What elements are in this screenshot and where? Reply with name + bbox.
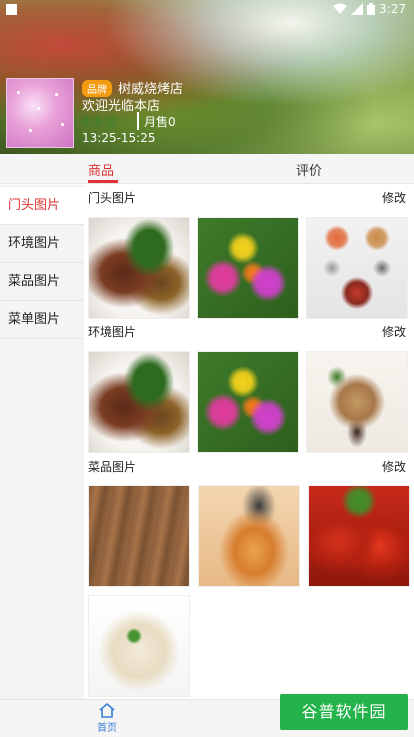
environment-image[interactable] bbox=[306, 351, 408, 453]
business-hours: 13:25-15:25 bbox=[82, 131, 156, 145]
monthly-sales: 月售0 bbox=[144, 115, 176, 129]
section-title: 菜品图片 bbox=[88, 460, 137, 474]
site-watermark: 谷普软件园 bbox=[280, 694, 408, 730]
section-header: 门头图片 修改 bbox=[84, 187, 414, 207]
status-bar: 3:27 bbox=[0, 0, 414, 20]
storefront-image[interactable] bbox=[88, 217, 190, 319]
nav-home[interactable]: 首页 bbox=[92, 702, 122, 734]
nav-home-label: 首页 bbox=[97, 723, 117, 734]
battery-icon bbox=[367, 3, 376, 15]
status-icons: 3:27 bbox=[333, 2, 406, 16]
dish-image[interactable] bbox=[88, 485, 190, 587]
section-title: 环境图片 bbox=[88, 325, 137, 339]
section-header: 菜品图片 修改 bbox=[84, 456, 414, 476]
dish-image[interactable] bbox=[308, 485, 410, 587]
dish-image[interactable] bbox=[88, 595, 190, 697]
store-logo[interactable] bbox=[6, 78, 74, 148]
edit-button[interactable]: 修改 bbox=[382, 189, 406, 206]
status-time: 3:27 bbox=[379, 2, 406, 16]
tab-reviews[interactable]: 评价 bbox=[296, 160, 322, 179]
environment-image[interactable] bbox=[197, 351, 299, 453]
header-divider bbox=[137, 112, 139, 130]
edit-button[interactable]: 修改 bbox=[382, 323, 406, 340]
dish-image[interactable] bbox=[198, 485, 300, 587]
section-header: 环境图片 修改 bbox=[84, 321, 414, 341]
wifi-icon bbox=[333, 3, 348, 14]
notification-icon bbox=[6, 4, 17, 15]
image-gallery: 门头图片 修改 环境图片 修改 菜品图片 修改 bbox=[84, 185, 414, 699]
tab-products[interactable]: 商品 bbox=[88, 160, 114, 179]
edit-button[interactable]: 修改 bbox=[382, 458, 406, 475]
section-title: 门头图片 bbox=[88, 191, 137, 205]
sidebar-item-menu[interactable]: 菜单图片 bbox=[0, 301, 84, 339]
sidebar-item-dishes[interactable]: 菜品图片 bbox=[0, 263, 84, 301]
sidebar-item-environment[interactable]: 环境图片 bbox=[0, 225, 84, 263]
storefront-image[interactable] bbox=[306, 217, 408, 319]
tab-bar: 商品 评价 bbox=[0, 154, 414, 184]
store-rating: 4.8 分 bbox=[82, 114, 117, 128]
signal-icon bbox=[351, 3, 364, 15]
store-header: 3:27 品牌 树威烧烤店 欢迎光临本店 4.8 分 月售0 13:25-15:… bbox=[0, 0, 414, 154]
sidebar-item-storefront[interactable]: 门头图片 bbox=[0, 187, 84, 225]
storefront-image[interactable] bbox=[197, 217, 299, 319]
environment-image[interactable] bbox=[88, 351, 190, 453]
home-icon bbox=[99, 702, 115, 718]
category-sidebar: 门头图片 环境图片 菜品图片 菜单图片 bbox=[0, 185, 84, 699]
active-tab-indicator bbox=[88, 180, 118, 183]
